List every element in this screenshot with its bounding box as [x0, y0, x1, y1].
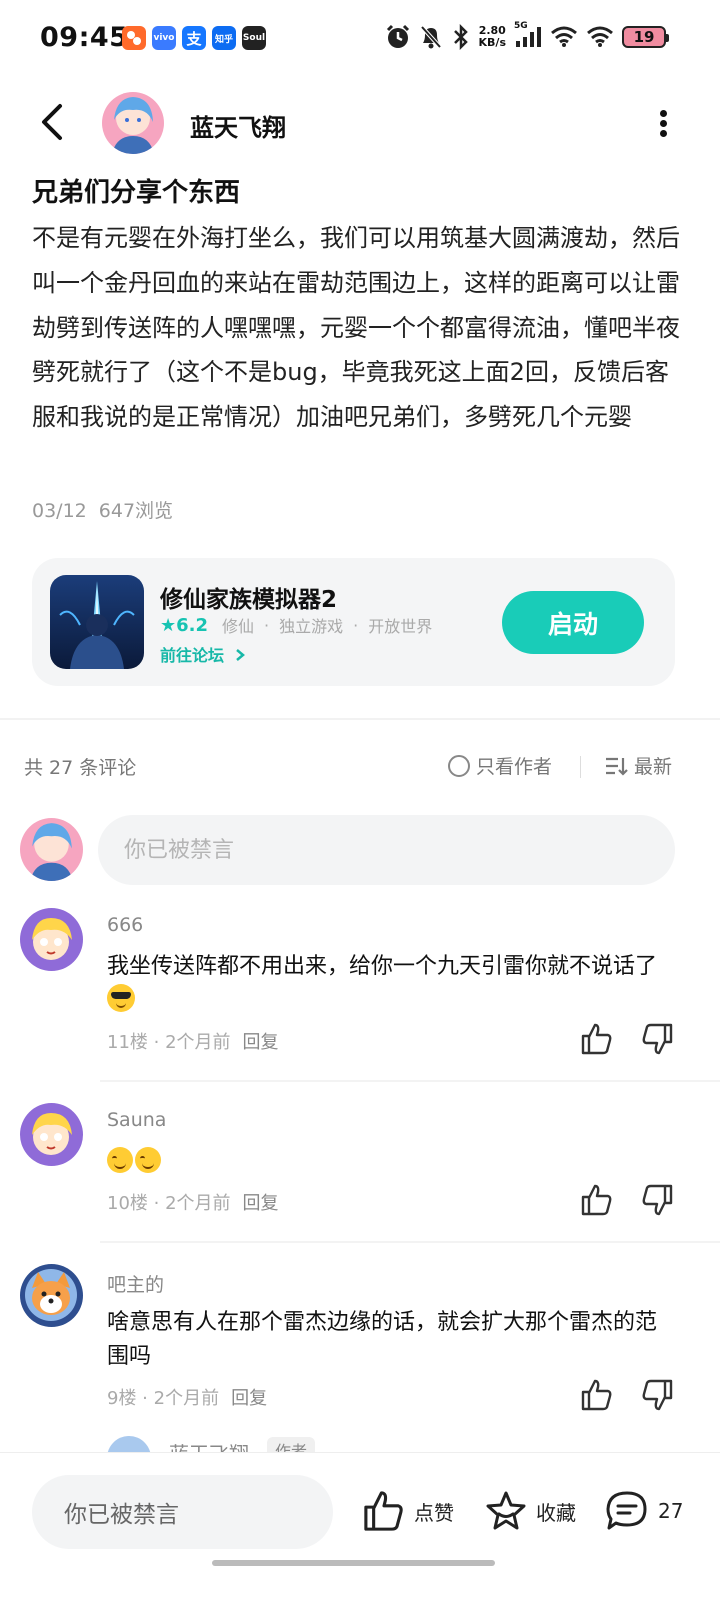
- notification-app-icons: vivo 支 知乎 Soul: [122, 26, 266, 50]
- thumbs-up-icon: [364, 1491, 403, 1531]
- like-post-button[interactable]: 点赞: [362, 1489, 454, 1533]
- like-button[interactable]: [580, 1183, 614, 1217]
- comment-input[interactable]: [98, 815, 675, 885]
- comment-bubble-icon: [606, 1491, 647, 1530]
- like-button[interactable]: [580, 1378, 614, 1412]
- comment-text: 我坐传送阵都不用出来，给你一个九天引雷你就不说话了: [107, 950, 667, 1018]
- favorite-post-button[interactable]: 收藏: [484, 1489, 576, 1533]
- back-button[interactable]: [36, 102, 72, 142]
- sunglasses-emoji-icon: [107, 984, 135, 1012]
- battery-indicator: 19: [622, 26, 669, 48]
- vivo-app-icon: vivo: [152, 26, 176, 50]
- game-tag: 修仙: [222, 617, 255, 636]
- dislike-button[interactable]: [640, 1183, 674, 1217]
- commenter-name[interactable]: 吧主的: [107, 1270, 164, 1297]
- bluetooth-icon: [451, 24, 471, 50]
- status-bar: 09:45 vivo 支 知乎 Soul 2.80 KB/s 5G 19: [0, 0, 720, 80]
- bottom-action-bar: 你已被禁言 点赞 收藏 27: [0, 1452, 720, 1600]
- thumbs-up-icon: [581, 1379, 612, 1411]
- bottom-comment-input[interactable]: 你已被禁言: [32, 1475, 333, 1549]
- filter-separator: [580, 756, 581, 778]
- soul-app-icon: Soul: [242, 26, 266, 50]
- comments-count: 共 27 条评论: [24, 757, 137, 779]
- commenter-avatar[interactable]: [20, 1264, 83, 1327]
- star-icon: [486, 1491, 526, 1530]
- reply-button[interactable]: 回复: [243, 1032, 279, 1053]
- author-name[interactable]: 蓝天飞翔: [190, 108, 286, 143]
- comment-divider: [100, 1080, 720, 1082]
- thumbs-down-icon: [642, 1184, 673, 1216]
- radio-icon: [448, 754, 470, 777]
- thumbs-up-icon: [581, 1184, 612, 1216]
- more-vertical-icon: [659, 109, 667, 117]
- sub-reply-preview[interactable]: 蓝天飞翔 作者: [107, 1432, 407, 1454]
- dislike-button[interactable]: [640, 1022, 674, 1056]
- game-name[interactable]: 修仙家族模拟器2: [160, 580, 337, 614]
- sort-latest-button[interactable]: 最新: [604, 752, 672, 779]
- game-tag: 独立游戏: [279, 617, 344, 636]
- more-options-button[interactable]: [656, 108, 670, 138]
- section-divider: [0, 718, 720, 720]
- chevron-right-icon: [235, 649, 245, 661]
- commenter-name[interactable]: Sauna: [107, 1109, 166, 1131]
- comment-meta: 11楼 · 2个月前 回复: [107, 1032, 279, 1053]
- zhihu-app-icon: 知乎: [212, 26, 236, 50]
- chevron-left-icon: [42, 104, 62, 140]
- wifi-icon-2: [586, 26, 614, 48]
- comment-text: 啥意思有人在那个雷杰边缘的话，就会扩大那个雷杰的范围吗: [107, 1310, 658, 1369]
- thumbs-down-icon: [642, 1379, 673, 1411]
- cellular-signal-icon: 5G: [514, 21, 542, 49]
- reply-button[interactable]: 回复: [231, 1388, 267, 1409]
- post-title: 兄弟们分享个东西: [32, 178, 241, 208]
- app-notification-icon: [122, 26, 146, 50]
- game-card[interactable]: 修仙家族模拟器2 ★6.2 修仙 · 独立游戏 · 开放世界 前往论坛 启动: [32, 558, 675, 686]
- thumbs-down-icon: [642, 1023, 673, 1055]
- alarm-icon: [385, 24, 411, 50]
- game-tag: 开放世界: [368, 617, 433, 636]
- wifi-icon: [550, 26, 578, 48]
- go-to-forum-link[interactable]: 前往论坛: [160, 642, 246, 666]
- commenter-name[interactable]: 666: [107, 914, 143, 936]
- commenter-avatar[interactable]: [20, 1103, 83, 1166]
- sort-icon: [606, 757, 628, 776]
- home-indicator[interactable]: [212, 1560, 495, 1566]
- commenter-avatar[interactable]: [20, 908, 83, 971]
- comment-text: [107, 1147, 667, 1184]
- post-meta: 03/12 647浏览: [32, 496, 173, 523]
- my-avatar: [20, 818, 83, 881]
- blush-emoji-icon: [135, 1147, 161, 1173]
- game-info: ★6.2 修仙 · 独立游戏 · 开放世界: [160, 614, 433, 637]
- game-icon[interactable]: [50, 575, 144, 669]
- status-time: 09:45: [40, 22, 129, 53]
- status-icons: 2.80 KB/s 5G 19: [385, 21, 669, 50]
- comment-meta: 9楼 · 2个月前 回复: [107, 1388, 268, 1409]
- post-date: 03/12: [32, 500, 87, 522]
- post-views: 647浏览: [98, 500, 174, 522]
- only-author-toggle[interactable]: 只看作者: [448, 752, 552, 779]
- reply-button[interactable]: 回复: [243, 1193, 279, 1214]
- post-header: 蓝天飞翔: [0, 90, 720, 160]
- network-speed: 2.80 KB/s: [478, 24, 506, 49]
- like-button[interactable]: [580, 1022, 614, 1056]
- comment-meta: 10楼 · 2个月前 回复: [107, 1193, 279, 1214]
- star-icon: ★: [160, 614, 177, 636]
- comment-divider: [100, 1241, 720, 1243]
- comments-button[interactable]: 27: [604, 1489, 683, 1533]
- author-avatar[interactable]: [102, 92, 164, 154]
- post-body: 不是有元婴在外海打坐么，我们可以用筑基大圆满渡劫，然后叫一个金丹回血的来站在雷劫…: [32, 224, 680, 432]
- game-rating: ★6.2: [160, 614, 209, 636]
- launch-game-button[interactable]: 启动: [502, 591, 644, 654]
- blush-emoji-icon: [107, 1147, 133, 1173]
- thumbs-up-icon: [581, 1023, 612, 1055]
- alipay-app-icon: 支: [182, 26, 206, 50]
- mute-bell-icon: [419, 24, 443, 50]
- dislike-button[interactable]: [640, 1378, 674, 1412]
